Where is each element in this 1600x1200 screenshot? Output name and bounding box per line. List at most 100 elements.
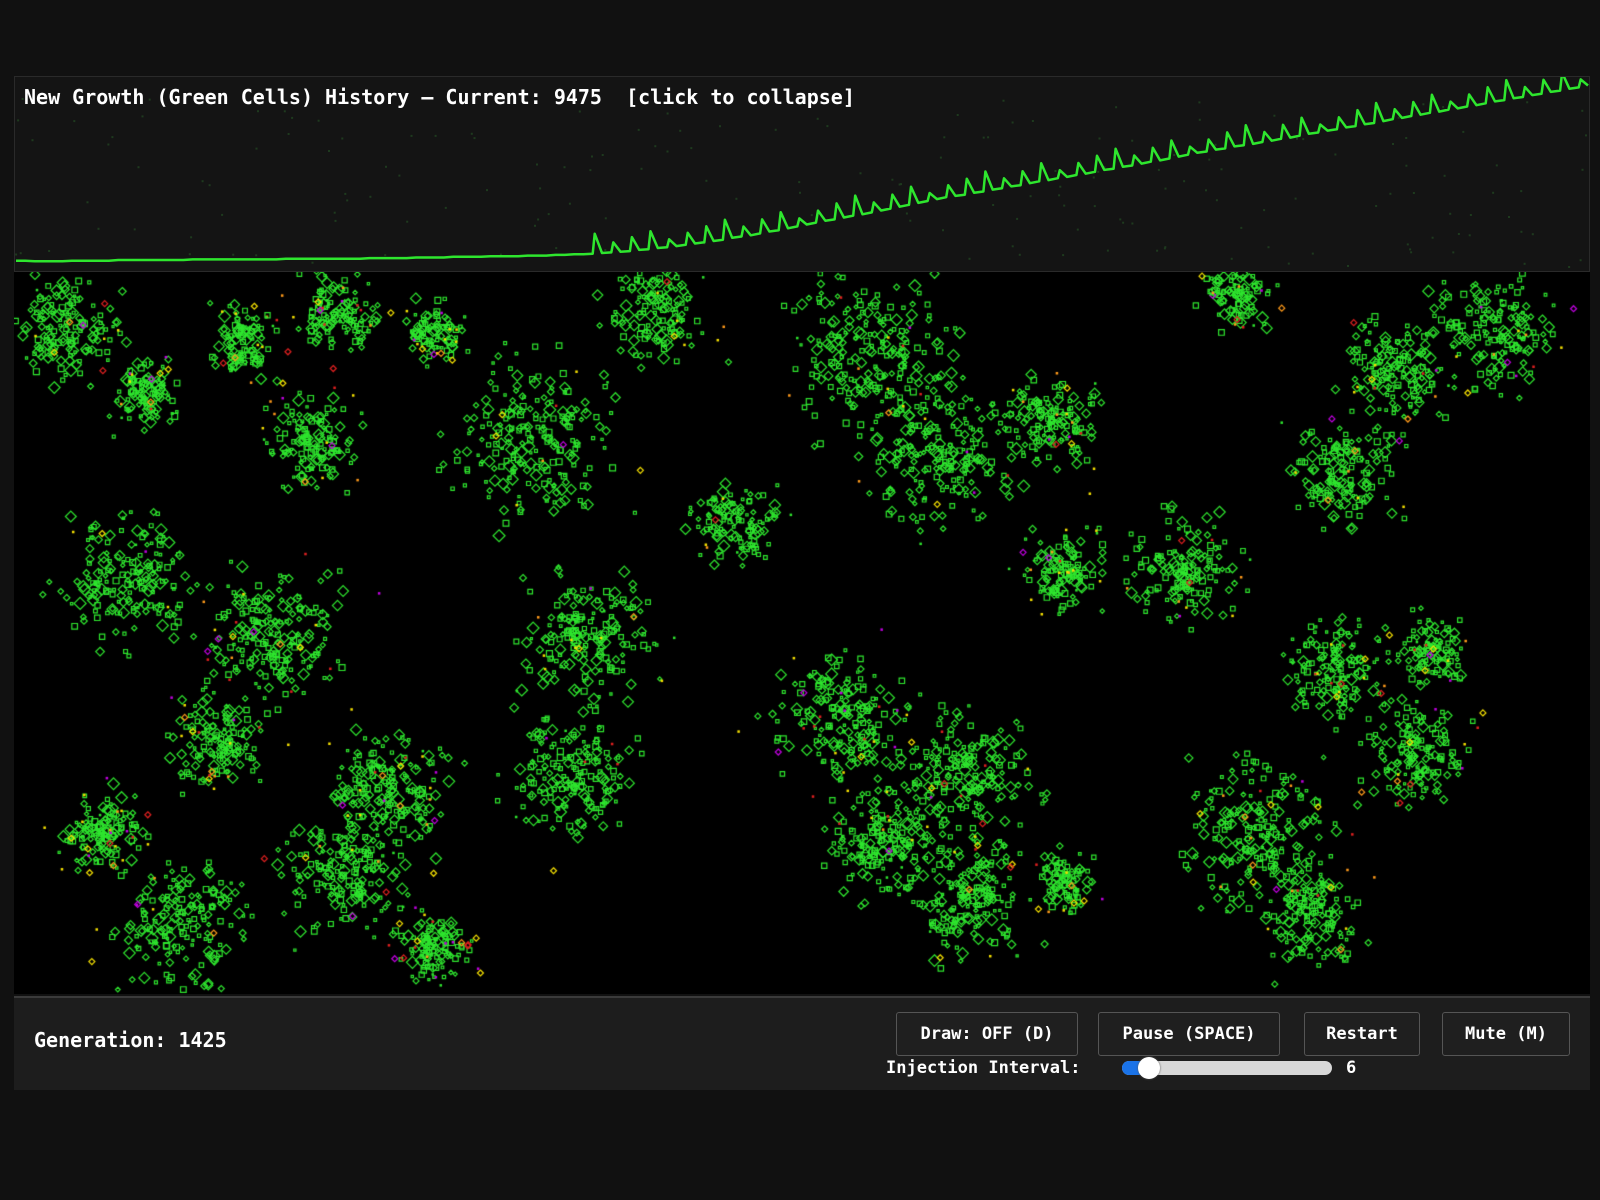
history-bg-speck bbox=[1063, 204, 1066, 207]
history-bg-speck bbox=[1431, 236, 1434, 239]
history-bg-speck bbox=[604, 249, 607, 251]
history-bg-speck bbox=[956, 114, 959, 116]
history-bg-speck bbox=[221, 213, 224, 216]
generation-value: 1425 bbox=[178, 1028, 227, 1052]
history-bg-speck bbox=[942, 229, 944, 232]
history-bg-speck bbox=[719, 125, 721, 128]
history-bg-speck bbox=[1526, 101, 1529, 104]
history-bg-speck bbox=[1018, 253, 1021, 256]
history-bg-speck bbox=[1230, 257, 1233, 260]
history-bg-speck bbox=[982, 136, 985, 139]
simulation-grid[interactable] bbox=[14, 272, 1590, 994]
history-bg-speck bbox=[311, 261, 314, 264]
history-bg-speck bbox=[536, 163, 538, 166]
history-bg-speck bbox=[1029, 195, 1032, 198]
history-chart-panel[interactable]: New Growth (Green Cells) History — Curre… bbox=[14, 76, 1590, 272]
history-bg-speck bbox=[1296, 137, 1298, 140]
history-bg-speck bbox=[1062, 254, 1065, 257]
history-bg-speck bbox=[406, 220, 409, 223]
history-bg-speck bbox=[905, 212, 908, 215]
history-bg-speck bbox=[1205, 189, 1207, 192]
pause-button[interactable]: Pause (SPACE) bbox=[1098, 1012, 1280, 1056]
history-bg-speck bbox=[1092, 176, 1095, 179]
history-bg-speck bbox=[1011, 121, 1014, 124]
history-bg-speck bbox=[444, 206, 447, 209]
history-bg-speck bbox=[1157, 168, 1160, 171]
history-title[interactable]: New Growth (Green Cells) History — Curre… bbox=[24, 85, 855, 109]
history-bg-speck bbox=[578, 110, 581, 113]
history-bg-speck bbox=[1579, 259, 1582, 262]
history-bg-speck bbox=[369, 195, 372, 198]
history-bg-speck bbox=[334, 219, 337, 222]
history-bg-speck bbox=[534, 224, 536, 227]
history-bg-speck bbox=[328, 150, 330, 152]
history-bg-speck bbox=[1405, 137, 1408, 139]
history-bg-speck bbox=[73, 120, 76, 123]
history-bg-speck bbox=[1294, 197, 1297, 200]
history-bg-speck bbox=[666, 150, 669, 153]
history-bg-speck bbox=[604, 217, 607, 220]
history-bg-speck bbox=[1492, 191, 1495, 194]
history-bg-speck bbox=[1397, 116, 1400, 119]
history-bg-speck bbox=[679, 129, 682, 132]
history-bg-speck bbox=[774, 128, 777, 131]
history-bg-speck bbox=[137, 166, 140, 169]
history-bg-speck bbox=[1016, 217, 1019, 220]
history-bg-speck bbox=[1442, 106, 1445, 108]
history-bg-speck bbox=[283, 110, 286, 113]
history-bg-speck bbox=[1375, 205, 1378, 207]
history-bg-speck bbox=[1568, 266, 1571, 268]
injection-interval-label: Injection Interval: bbox=[886, 1058, 1081, 1078]
history-bg-speck bbox=[1106, 249, 1109, 252]
history-bg-speck bbox=[385, 165, 387, 168]
history-bg-speck bbox=[992, 204, 995, 206]
history-bg-speck bbox=[470, 132, 473, 135]
history-bg-speck bbox=[1531, 233, 1534, 236]
history-bg-speck bbox=[1156, 249, 1159, 252]
mute-button[interactable]: Mute (M) bbox=[1442, 1012, 1570, 1056]
history-bg-speck bbox=[1198, 101, 1201, 104]
history-bg-speck bbox=[111, 136, 114, 139]
history-bg-speck bbox=[1508, 216, 1510, 218]
history-bg-speck bbox=[547, 213, 550, 216]
history-bg-speck bbox=[1520, 230, 1523, 233]
history-bg-speck bbox=[1240, 226, 1243, 229]
history-bg-speck bbox=[568, 202, 571, 205]
history-bg-speck bbox=[654, 145, 657, 148]
history-bg-speck bbox=[1002, 99, 1005, 102]
history-bg-speck bbox=[1389, 192, 1392, 195]
history-bg-speck bbox=[1334, 153, 1337, 156]
history-bg-speck bbox=[1054, 170, 1057, 172]
history-bg-speck bbox=[798, 181, 801, 184]
history-bg-speck bbox=[255, 147, 258, 150]
history-bg-speck bbox=[1405, 164, 1408, 167]
history-bg-speck bbox=[410, 134, 413, 137]
history-bg-speck bbox=[1412, 192, 1415, 194]
history-bg-speck bbox=[434, 134, 437, 137]
history-bg-speck bbox=[909, 219, 912, 222]
history-bg-speck bbox=[17, 119, 20, 122]
history-bg-speck bbox=[859, 172, 862, 175]
history-bg-speck bbox=[141, 115, 144, 118]
collapse-hint[interactable]: [click to collapse] bbox=[626, 85, 855, 109]
history-bg-speck bbox=[810, 214, 813, 217]
restart-button[interactable]: Restart bbox=[1304, 1012, 1420, 1056]
history-bg-speck bbox=[384, 254, 387, 257]
history-bg-speck bbox=[1311, 252, 1314, 255]
history-bg-speck bbox=[107, 143, 110, 146]
grid-canvas[interactable] bbox=[14, 272, 1590, 994]
history-bg-speck bbox=[133, 228, 136, 231]
history-bg-speck bbox=[1059, 185, 1062, 188]
history-bg-speck bbox=[1163, 247, 1166, 250]
history-bg-speck bbox=[563, 166, 566, 169]
history-current-value: 9475 bbox=[553, 85, 602, 109]
history-bg-speck bbox=[816, 117, 819, 120]
history-bg-speck bbox=[640, 167, 643, 170]
history-bg-speck bbox=[690, 147, 693, 150]
history-bg-speck bbox=[86, 201, 89, 204]
history-bg-speck bbox=[255, 254, 258, 257]
draw-toggle-button[interactable]: Draw: OFF (D) bbox=[896, 1012, 1078, 1056]
history-bg-speck bbox=[1443, 174, 1446, 177]
injection-interval-slider[interactable] bbox=[1122, 1057, 1332, 1079]
slider-thumb[interactable] bbox=[1137, 1057, 1160, 1079]
